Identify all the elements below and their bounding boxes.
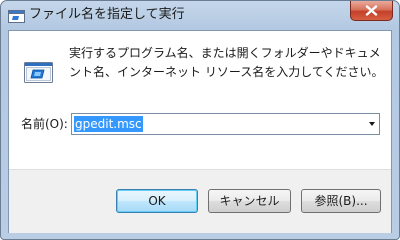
name-label: 名前(O): <box>21 117 68 131</box>
name-combobox[interactable]: gpedit.msc <box>71 113 380 135</box>
ok-button[interactable]: OK <box>116 189 198 213</box>
cancel-button[interactable]: キャンセル <box>208 189 291 213</box>
run-icon <box>23 57 55 89</box>
browse-button[interactable]: 参照(B)... <box>301 189 381 213</box>
run-dialog-window: ファイル名を指定して実行 実行するプログラム名、または開くフォルダーやドキュメ … <box>0 0 400 240</box>
instruction-line-1: 実行するプログラム名、または開くフォルダーやドキュメ <box>69 46 381 60</box>
button-bar: OK キャンセル 参照(B)... <box>9 169 391 233</box>
instruction-text: 実行するプログラム名、または開くフォルダーやドキュメ ント名、インターネット リ… <box>69 44 387 82</box>
title-bar[interactable]: ファイル名を指定して実行 <box>1 1 399 29</box>
dialog-body: 実行するプログラム名、または開くフォルダーやドキュメ ント名、インターネット リ… <box>8 30 392 233</box>
close-icon <box>365 5 378 16</box>
window-title: ファイル名を指定して実行 <box>29 7 185 22</box>
run-dialog-icon <box>8 8 25 23</box>
dropdown-arrow-icon[interactable] <box>369 122 375 126</box>
name-input-value[interactable]: gpedit.msc <box>74 116 143 132</box>
instruction-line-2: ント名、インターネット リソース名を入力してください。 <box>69 65 384 79</box>
close-button[interactable] <box>350 1 393 21</box>
